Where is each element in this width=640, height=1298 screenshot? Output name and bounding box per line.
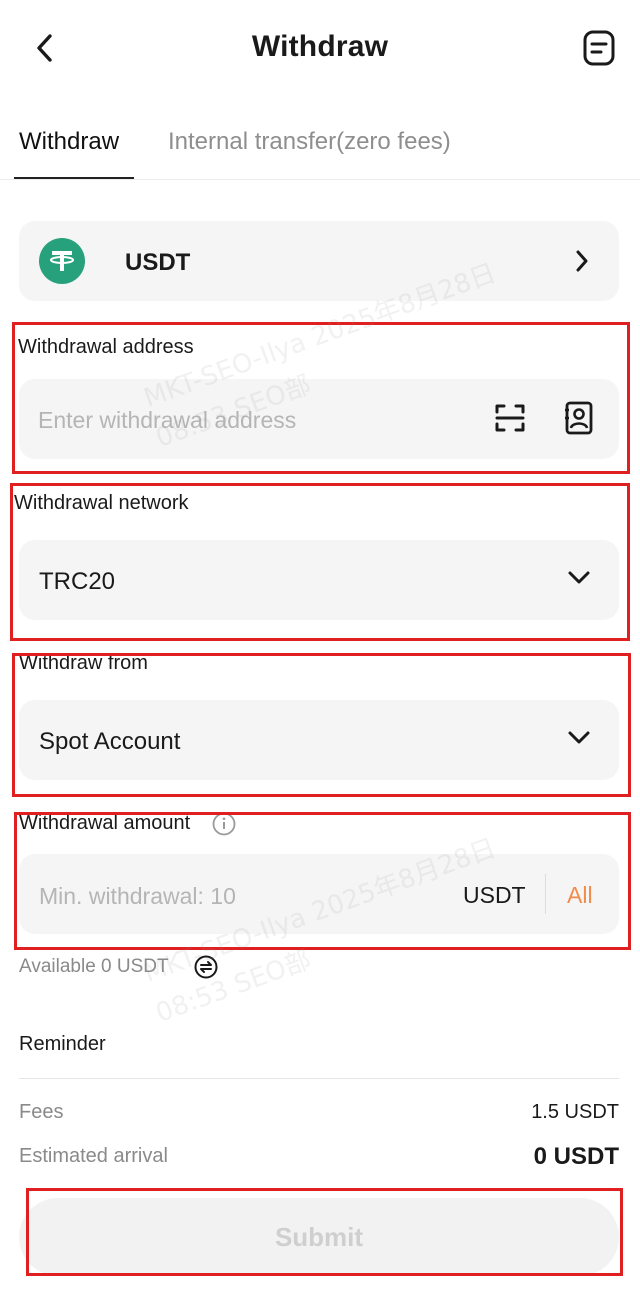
amount-unit: USDT: [463, 882, 526, 908]
page-title: Withdraw: [251, 30, 389, 63]
chevron-down-icon: [567, 730, 591, 751]
withdraw-records-button[interactable]: [580, 28, 618, 68]
estimated-arrival-value: 0 USDT: [533, 1143, 619, 1170]
estimated-arrival-label: Estimated arrival: [19, 1145, 168, 1167]
fees-value: 1.5 USDT: [531, 1101, 619, 1123]
available-balance: Available 0 USDT: [19, 956, 169, 977]
chevron-right-icon: [575, 249, 589, 278]
chevron-down-icon: [567, 570, 591, 591]
withdrawal-amount-input[interactable]: Min. withdrawal: 10: [39, 883, 236, 910]
address-book-icon[interactable]: [563, 401, 595, 435]
watermark-line2-b: 08:53 SEO部: [152, 945, 316, 1029]
withdraw-from-value: Spot Account: [39, 728, 181, 755]
withdrawal-amount-field[interactable]: Min. withdrawal: 10 USDT All: [19, 854, 619, 934]
all-button[interactable]: All: [567, 882, 593, 909]
withdrawal-network-value: TRC20: [39, 568, 116, 595]
info-icon[interactable]: [212, 812, 236, 836]
active-tab-indicator: [14, 177, 134, 179]
withdrawal-network-label: Withdrawal network: [14, 492, 189, 514]
fees-label: Fees: [19, 1101, 64, 1123]
withdraw-tabs: Withdraw Internal transfer(zero fees): [0, 120, 640, 180]
withdrawal-address-input[interactable]: Enter withdrawal address: [38, 407, 296, 434]
coin-selector[interactable]: USDT: [19, 221, 619, 301]
tab-withdraw[interactable]: Withdraw: [19, 128, 119, 156]
tether-logo-icon: [39, 238, 85, 284]
withdrawal-amount-label: Withdrawal amount: [19, 812, 191, 834]
withdraw-from-label: Withdraw from: [19, 652, 148, 674]
scan-icon[interactable]: [493, 401, 527, 435]
withdrawal-address-label: Withdrawal address: [18, 336, 194, 358]
divider: [19, 1078, 619, 1079]
reminder-label: Reminder: [19, 1033, 106, 1055]
coin-symbol: USDT: [125, 249, 191, 276]
submit-button[interactable]: Submit: [19, 1198, 619, 1276]
unit-divider: [545, 874, 546, 914]
transfer-icon[interactable]: [194, 955, 218, 979]
header: Withdraw: [0, 0, 640, 100]
withdraw-from-select[interactable]: Spot Account: [19, 700, 619, 780]
withdrawal-network-select[interactable]: TRC20: [19, 540, 619, 620]
withdrawal-address-field[interactable]: Enter withdrawal address: [19, 379, 619, 459]
document-list-icon: [583, 30, 615, 66]
tab-internal-transfer[interactable]: Internal transfer(zero fees): [168, 128, 451, 156]
